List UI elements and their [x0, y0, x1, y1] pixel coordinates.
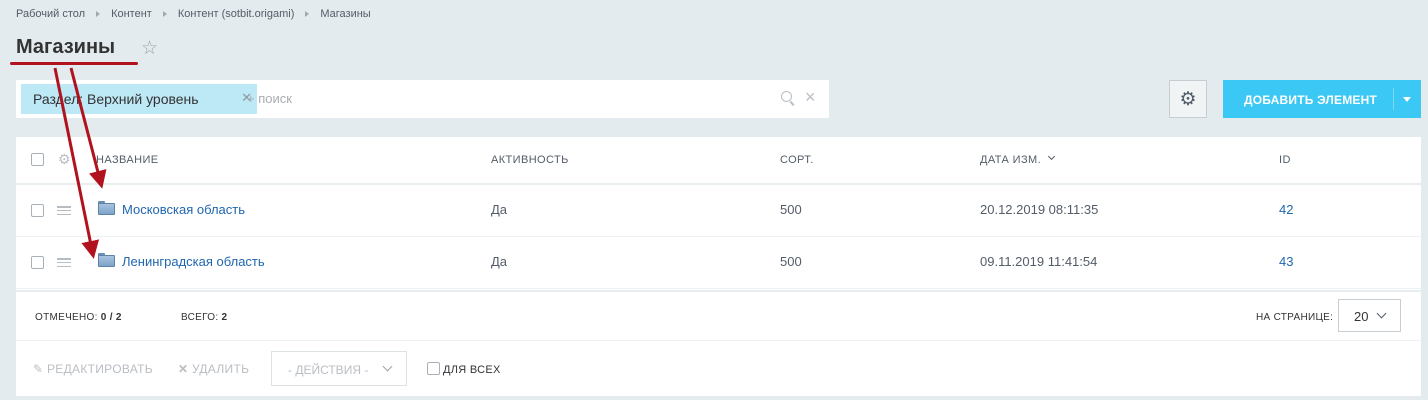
button-divider	[1393, 88, 1394, 110]
actions-select[interactable]: - ДЕЙСТВИЯ -	[271, 351, 407, 386]
drag-handle-icon[interactable]	[57, 206, 71, 216]
drag-handle-icon[interactable]	[57, 258, 71, 268]
row-name-link[interactable]: Ленинградская область	[122, 254, 265, 269]
breadcrumb-item-current: Магазины	[320, 8, 371, 20]
delete-x-icon: ✕	[178, 362, 189, 376]
selected-count: ОТМЕЧЕНО: 0 / 2	[35, 312, 122, 323]
row-sort: 500	[780, 202, 802, 217]
row-date: 09.11.2019 11:41:54	[980, 254, 1098, 269]
page-title: Магазины	[16, 36, 116, 58]
column-date[interactable]: ДАТА ИЗМ.	[980, 154, 1041, 166]
filter-chip-label: Раздел: Верхний уровень	[33, 91, 199, 107]
row-id-link[interactable]: 42	[1279, 202, 1293, 217]
chevron-down-icon	[1376, 308, 1387, 319]
folder-icon	[98, 201, 115, 215]
row-date: 20.12.2019 08:11:35	[980, 202, 1099, 217]
search-icon[interactable]	[781, 91, 792, 102]
breadcrumb-separator-icon	[305, 11, 310, 17]
total-label: ВСЕГО:	[181, 312, 219, 323]
breadcrumb-item-desktop[interactable]: Рабочий стол	[16, 8, 85, 20]
row-active: Да	[491, 202, 508, 217]
folder-icon	[98, 253, 115, 267]
breadcrumb: Рабочий стол Контент Контент (sotbit.ori…	[16, 8, 371, 20]
selected-value: 0 / 2	[100, 312, 122, 323]
search-input[interactable]: + поиск	[247, 91, 292, 106]
grid-header: ⚙ НАЗВАНИЕ АКТИВНОСТЬ СОРТ. ДАТА ИЗМ. ID	[16, 137, 1421, 185]
settings-button[interactable]: ⚙	[1169, 80, 1207, 118]
total-count: ВСЕГО: 2	[181, 312, 227, 323]
row-name-link[interactable]: Московская область	[122, 202, 245, 217]
breadcrumb-separator-icon	[96, 11, 101, 17]
column-name[interactable]: НАЗВАНИЕ	[96, 154, 159, 166]
column-sort[interactable]: СОРТ.	[780, 154, 814, 166]
add-element-button[interactable]: ДОБАВИТЬ ЭЛЕМЕНТ	[1223, 80, 1421, 118]
row-id-link[interactable]: 43	[1279, 254, 1293, 269]
table-row[interactable]: Московская область Да 500 20.12.2019 08:…	[16, 185, 1421, 237]
table-row[interactable]: Ленинградская область Да 500 09.11.2019 …	[16, 237, 1421, 289]
edit-button[interactable]: ✎ РЕДАКТИРОВАТЬ	[33, 362, 153, 376]
delete-label: УДАЛИТЬ	[192, 362, 250, 376]
chevron-down-icon	[382, 361, 393, 372]
breadcrumb-separator-icon	[162, 11, 167, 17]
per-page-select[interactable]: 20	[1338, 299, 1401, 332]
column-id[interactable]: ID	[1279, 154, 1291, 166]
sort-desc-icon[interactable]	[1047, 152, 1056, 161]
delete-button[interactable]: ✕ УДАЛИТЬ	[178, 362, 249, 376]
row-checkbox[interactable]	[31, 204, 44, 217]
for-all-label: ДЛЯ ВСЕХ	[443, 364, 501, 376]
row-active: Да	[491, 254, 508, 269]
per-page-label: НА СТРАНИЦЕ:	[1256, 312, 1334, 323]
for-all-checkbox[interactable]	[427, 362, 440, 375]
actions-select-label: - ДЕЙСТВИЯ -	[288, 363, 369, 377]
total-value: 2	[221, 312, 228, 323]
edit-label: РЕДАКТИРОВАТЬ	[47, 362, 153, 376]
favorite-star-icon[interactable]: ☆	[141, 39, 158, 58]
row-checkbox[interactable]	[31, 256, 44, 269]
column-settings-icon[interactable]: ⚙	[58, 151, 71, 168]
clear-icon[interactable]: ×	[805, 87, 816, 108]
chevron-down-icon[interactable]	[1403, 97, 1411, 102]
grid-footer: ОТМЕЧЕНО: 0 / 2 ВСЕГО: 2 НА СТРАНИЦЕ: 20	[16, 290, 1421, 341]
column-active[interactable]: АКТИВНОСТЬ	[491, 154, 569, 166]
select-all-checkbox[interactable]	[31, 153, 44, 166]
filter-chip[interactable]: Раздел: Верхний уровень ✕	[21, 84, 257, 114]
per-page-value: 20	[1354, 309, 1369, 324]
selected-label: ОТМЕЧЕНО:	[35, 312, 98, 323]
annotation-underline	[10, 62, 138, 65]
breadcrumb-item-content-origami[interactable]: Контент (sotbit.origami)	[178, 8, 295, 20]
gear-icon: ⚙	[1179, 88, 1197, 110]
pencil-icon: ✎	[33, 362, 44, 376]
elements-grid: ⚙ НАЗВАНИЕ АКТИВНОСТЬ СОРТ. ДАТА ИЗМ. ID…	[16, 137, 1421, 396]
breadcrumb-item-content[interactable]: Контент	[111, 8, 152, 20]
filter-search-bar[interactable]: Раздел: Верхний уровень ✕ + поиск ×	[16, 80, 829, 118]
group-actions-panel: ✎ РЕДАКТИРОВАТЬ ✕ УДАЛИТЬ - ДЕЙСТВИЯ - Д…	[16, 339, 1421, 396]
add-element-label: ДОБАВИТЬ ЭЛЕМЕНТ	[1244, 93, 1377, 107]
row-sort: 500	[780, 254, 802, 269]
